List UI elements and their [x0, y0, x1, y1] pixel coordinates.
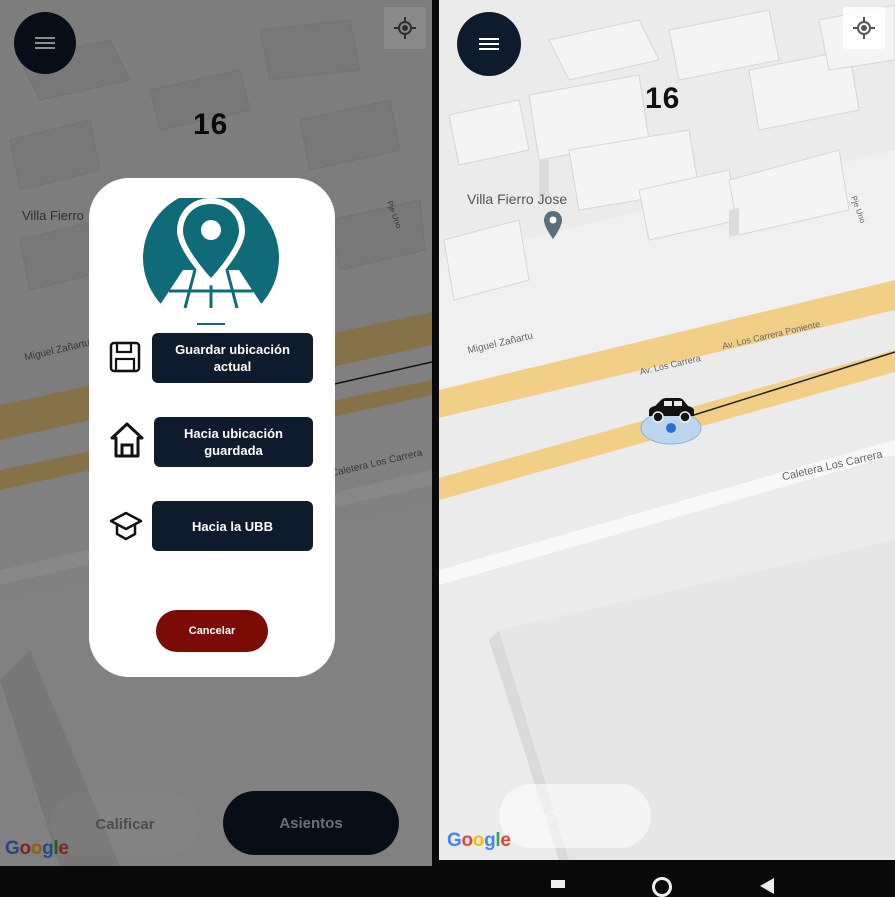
go-ubb-label: Hacia la UBB — [192, 518, 273, 534]
right-screen: Villa Fierro Jose Miguel Zañartu Av. Los… — [439, 0, 895, 860]
go-saved-location-button[interactable]: Hacia ubicación guardada — [154, 417, 313, 467]
go-saved-location-label: Hacia ubicación guardada — [184, 426, 283, 458]
menu-button-right[interactable] — [457, 12, 521, 76]
graduation-cap-icon — [109, 511, 143, 541]
my-location-icon — [853, 17, 875, 39]
floppy-disk-icon — [109, 341, 141, 373]
system-nav-bar — [0, 866, 895, 897]
menu-icon — [479, 38, 499, 50]
save-location-label: Guardar ubicación actual — [175, 342, 290, 374]
calificar-label-right: Calificar — [545, 807, 605, 825]
home-nav-button[interactable] — [652, 877, 672, 897]
app-logo — [143, 198, 279, 325]
cancel-label: Cancelar — [188, 625, 236, 637]
my-location-button-right[interactable] — [843, 7, 885, 49]
location-dialog: Guardar ubicación actual Hacia ubicación… — [89, 178, 335, 677]
back-nav-button[interactable] — [760, 878, 774, 894]
map-view-right[interactable] — [439, 0, 895, 860]
calificar-button-right[interactable]: Calificar — [499, 784, 651, 848]
left-screen: Villa Fierro Miguel Zañartu Caletera Los… — [0, 0, 432, 866]
cancel-button[interactable]: Cancelar — [156, 610, 268, 652]
zoom-level-right: 16 — [645, 82, 681, 115]
recent-apps-button[interactable] — [551, 880, 565, 888]
map-pin-icon[interactable] — [543, 210, 563, 240]
go-ubb-button[interactable]: Hacia la UBB — [152, 501, 313, 551]
place-label-right: Villa Fierro Jose — [467, 191, 568, 207]
google-logo-right: Google — [447, 830, 511, 851]
home-icon — [110, 422, 144, 458]
save-location-button[interactable]: Guardar ubicación actual — [152, 333, 313, 383]
screen-divider — [432, 0, 439, 866]
car-icon[interactable] — [645, 396, 697, 424]
